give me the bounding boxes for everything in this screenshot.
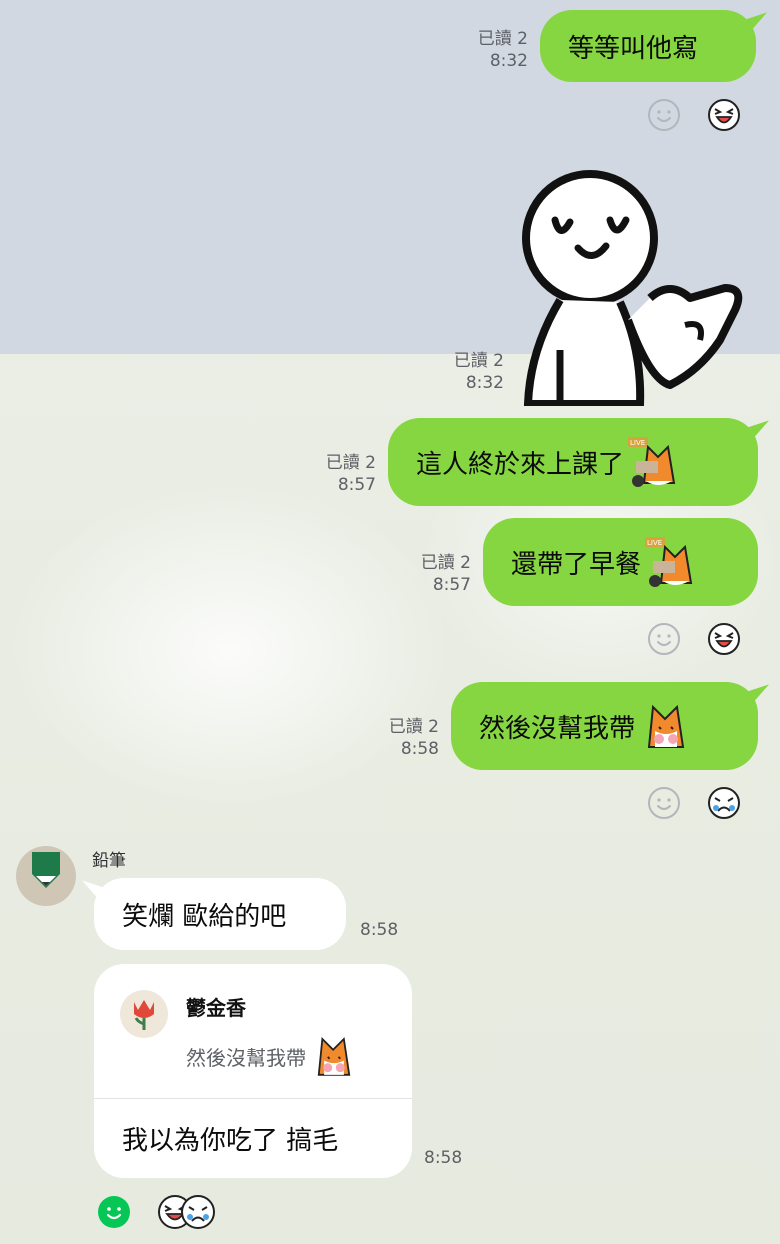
- fox-crying-emoji-icon: [647, 704, 685, 748]
- divider: [94, 1098, 412, 1099]
- avatar[interactable]: [16, 846, 76, 906]
- add-reaction-smile-outline-icon[interactable]: [647, 622, 681, 656]
- read-status: 已讀 2: [420, 553, 471, 573]
- add-reaction-smile-outline-icon[interactable]: [647, 98, 681, 132]
- selected-reaction-smile-icon[interactable]: [97, 1195, 131, 1229]
- read-receipt: 已讀 2 8:32: [478, 28, 528, 72]
- incoming-message-bubble[interactable]: 笑爛 歐給的吧: [94, 878, 346, 950]
- reply-message-bubble[interactable]: 鬱金香 然後沒幫我帶 我以為你吃了 搞毛: [94, 964, 412, 1178]
- message-text: 等等叫他寫: [568, 33, 699, 64]
- message-time: 8:57: [432, 575, 471, 595]
- outgoing-message-bubble[interactable]: 然後沒幫我帶: [451, 682, 758, 770]
- crying-face-icon[interactable]: [707, 786, 741, 820]
- message-text: 我以為你吃了 搞毛: [122, 1126, 339, 1156]
- add-reaction-smile-outline-icon[interactable]: [647, 786, 681, 820]
- message-time: 8:57: [337, 475, 376, 495]
- read-status: 已讀 2: [453, 351, 504, 371]
- message-time: 8:58: [424, 1148, 463, 1168]
- laughing-face-icon[interactable]: [707, 98, 741, 132]
- message-text: 還帶了早餐: [511, 549, 642, 580]
- quoted-message[interactable]: 鬱金香 然後沒幫我帶: [94, 964, 412, 1098]
- fox-crying-emoji-icon: [317, 1036, 351, 1076]
- outgoing-message-bubble[interactable]: 等等叫他寫: [540, 10, 756, 82]
- message-text: 這人終於來上課了: [416, 449, 625, 480]
- read-receipt: 已讀 2 8:57: [421, 552, 471, 596]
- quoted-avatar-tulip-icon: [120, 990, 168, 1038]
- outgoing-message-bubble[interactable]: 還帶了早餐 LIVE: [483, 518, 758, 606]
- quoted-text-row: 然後沒幫我帶: [186, 1030, 360, 1082]
- read-receipt: 已讀 2 8:32: [454, 350, 504, 394]
- read-status: 已讀 2: [388, 717, 439, 737]
- read-receipt: 已讀 2 8:57: [326, 452, 376, 496]
- quoted-message-text: 然後沒幫我帶: [186, 1045, 306, 1070]
- svg-text:LIVE: LIVE: [630, 439, 645, 447]
- laughing-face-icon[interactable]: [707, 622, 741, 656]
- fox-live-emoji-icon: LIVE: [628, 437, 676, 487]
- message-time: 8:58: [400, 739, 439, 759]
- message-text: 然後沒幫我帶: [479, 713, 636, 744]
- message-time: 8:58: [360, 920, 399, 940]
- message-time: 8:32: [489, 51, 528, 71]
- fox-live-emoji-icon: LIVE: [645, 537, 693, 587]
- reaction-summary-laugh-cry-icon[interactable]: [156, 1193, 218, 1231]
- read-status: 已讀 2: [325, 453, 376, 473]
- sender-name: 鉛筆: [92, 851, 126, 871]
- stick-figure-pointing-sticker[interactable]: [520, 170, 750, 406]
- quoted-sender-name: 鬱金香: [186, 996, 246, 1020]
- svg-text:LIVE: LIVE: [647, 539, 662, 547]
- read-status: 已讀 2: [477, 29, 528, 49]
- read-receipt: 已讀 2 8:58: [389, 716, 439, 760]
- outgoing-message-bubble[interactable]: 這人終於來上課了 LIVE: [388, 418, 758, 506]
- message-text: 笑爛 歐給的吧: [122, 901, 287, 932]
- message-time: 8:32: [465, 373, 504, 393]
